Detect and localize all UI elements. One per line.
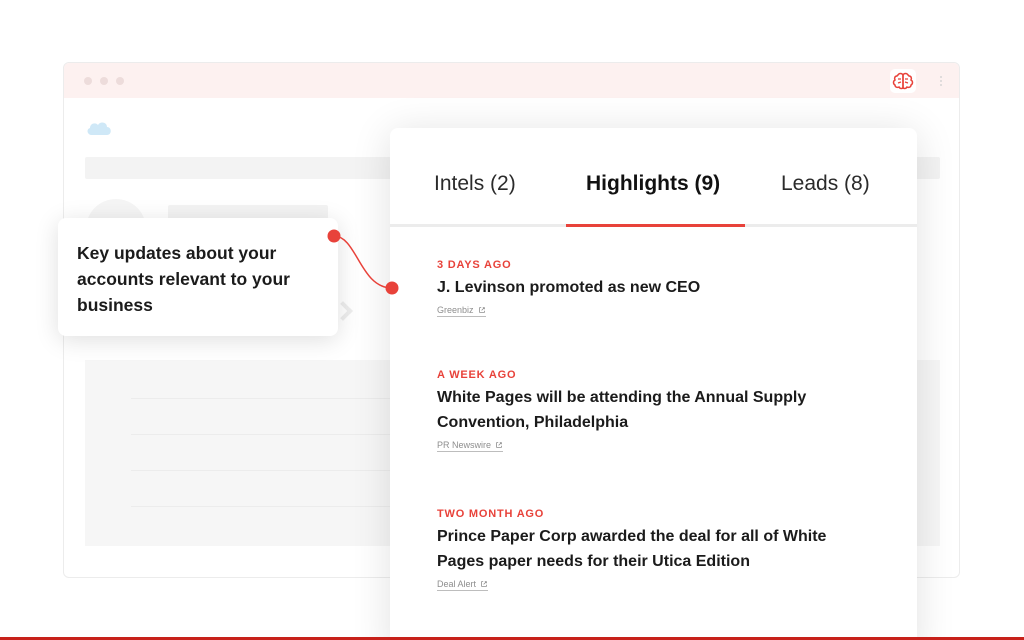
brain-icon[interactable] [890, 69, 916, 93]
connector-start-dot [327, 229, 341, 243]
highlight-source-link[interactable]: PR Newswire [437, 440, 504, 452]
highlight-time: 3 DAYS AGO [437, 259, 512, 271]
highlight-item: 3 DAYS AGO J. Levinson promoted as new C… [437, 259, 857, 318]
callout-text: Key updates about your accounts relevant… [77, 243, 290, 315]
source-label: Greenbiz [437, 305, 474, 315]
active-tab-indicator [566, 224, 745, 227]
highlight-item: TWO MONTH AGO Prince Paper Corp awarded … [437, 508, 857, 592]
gridline [131, 470, 431, 471]
connector-end-dot [385, 281, 399, 295]
highlight-time: TWO MONTH AGO [437, 508, 545, 520]
window-dot [84, 77, 92, 85]
browser-toolbar [64, 63, 959, 98]
callout-connector [327, 229, 399, 295]
tab-intels[interactable]: Intels (2) [434, 172, 516, 196]
external-link-icon [481, 581, 487, 587]
cloud-logo-icon [84, 118, 114, 143]
source-label: Deal Alert [437, 579, 477, 589]
highlight-time: A WEEK AGO [437, 369, 517, 381]
source-label: PR Newswire [437, 440, 492, 450]
kebab-menu-icon[interactable] [936, 76, 946, 88]
highlight-source-link[interactable]: Greenbiz [437, 305, 486, 317]
tab-highlights[interactable]: Highlights (9) [586, 172, 720, 196]
external-link-icon [496, 442, 502, 448]
tab-bar: Intels (2) Highlights (9) Leads (8) [390, 128, 917, 227]
gridline [131, 434, 431, 435]
highlight-source-link[interactable]: Deal Alert [437, 579, 489, 591]
highlight-item: A WEEK AGO White Pages will be attending… [437, 369, 857, 453]
tab-leads[interactable]: Leads (8) [781, 172, 870, 196]
highlight-title: Prince Paper Corp awarded the deal for a… [437, 528, 827, 570]
external-link-icon [478, 307, 485, 313]
gridline [131, 506, 431, 507]
gridline [131, 398, 431, 399]
feature-callout: Key updates about your accounts relevant… [58, 218, 338, 336]
window-dot [100, 77, 108, 85]
window-dot [116, 77, 124, 85]
highlights-card: Intels (2) Highlights (9) Leads (8) 3 DA… [390, 128, 917, 640]
highlight-title: White Pages will be attending the Annual… [437, 389, 807, 431]
placeholder-bar [168, 205, 328, 219]
highlight-title: J. Levinson promoted as new CEO [437, 279, 701, 296]
